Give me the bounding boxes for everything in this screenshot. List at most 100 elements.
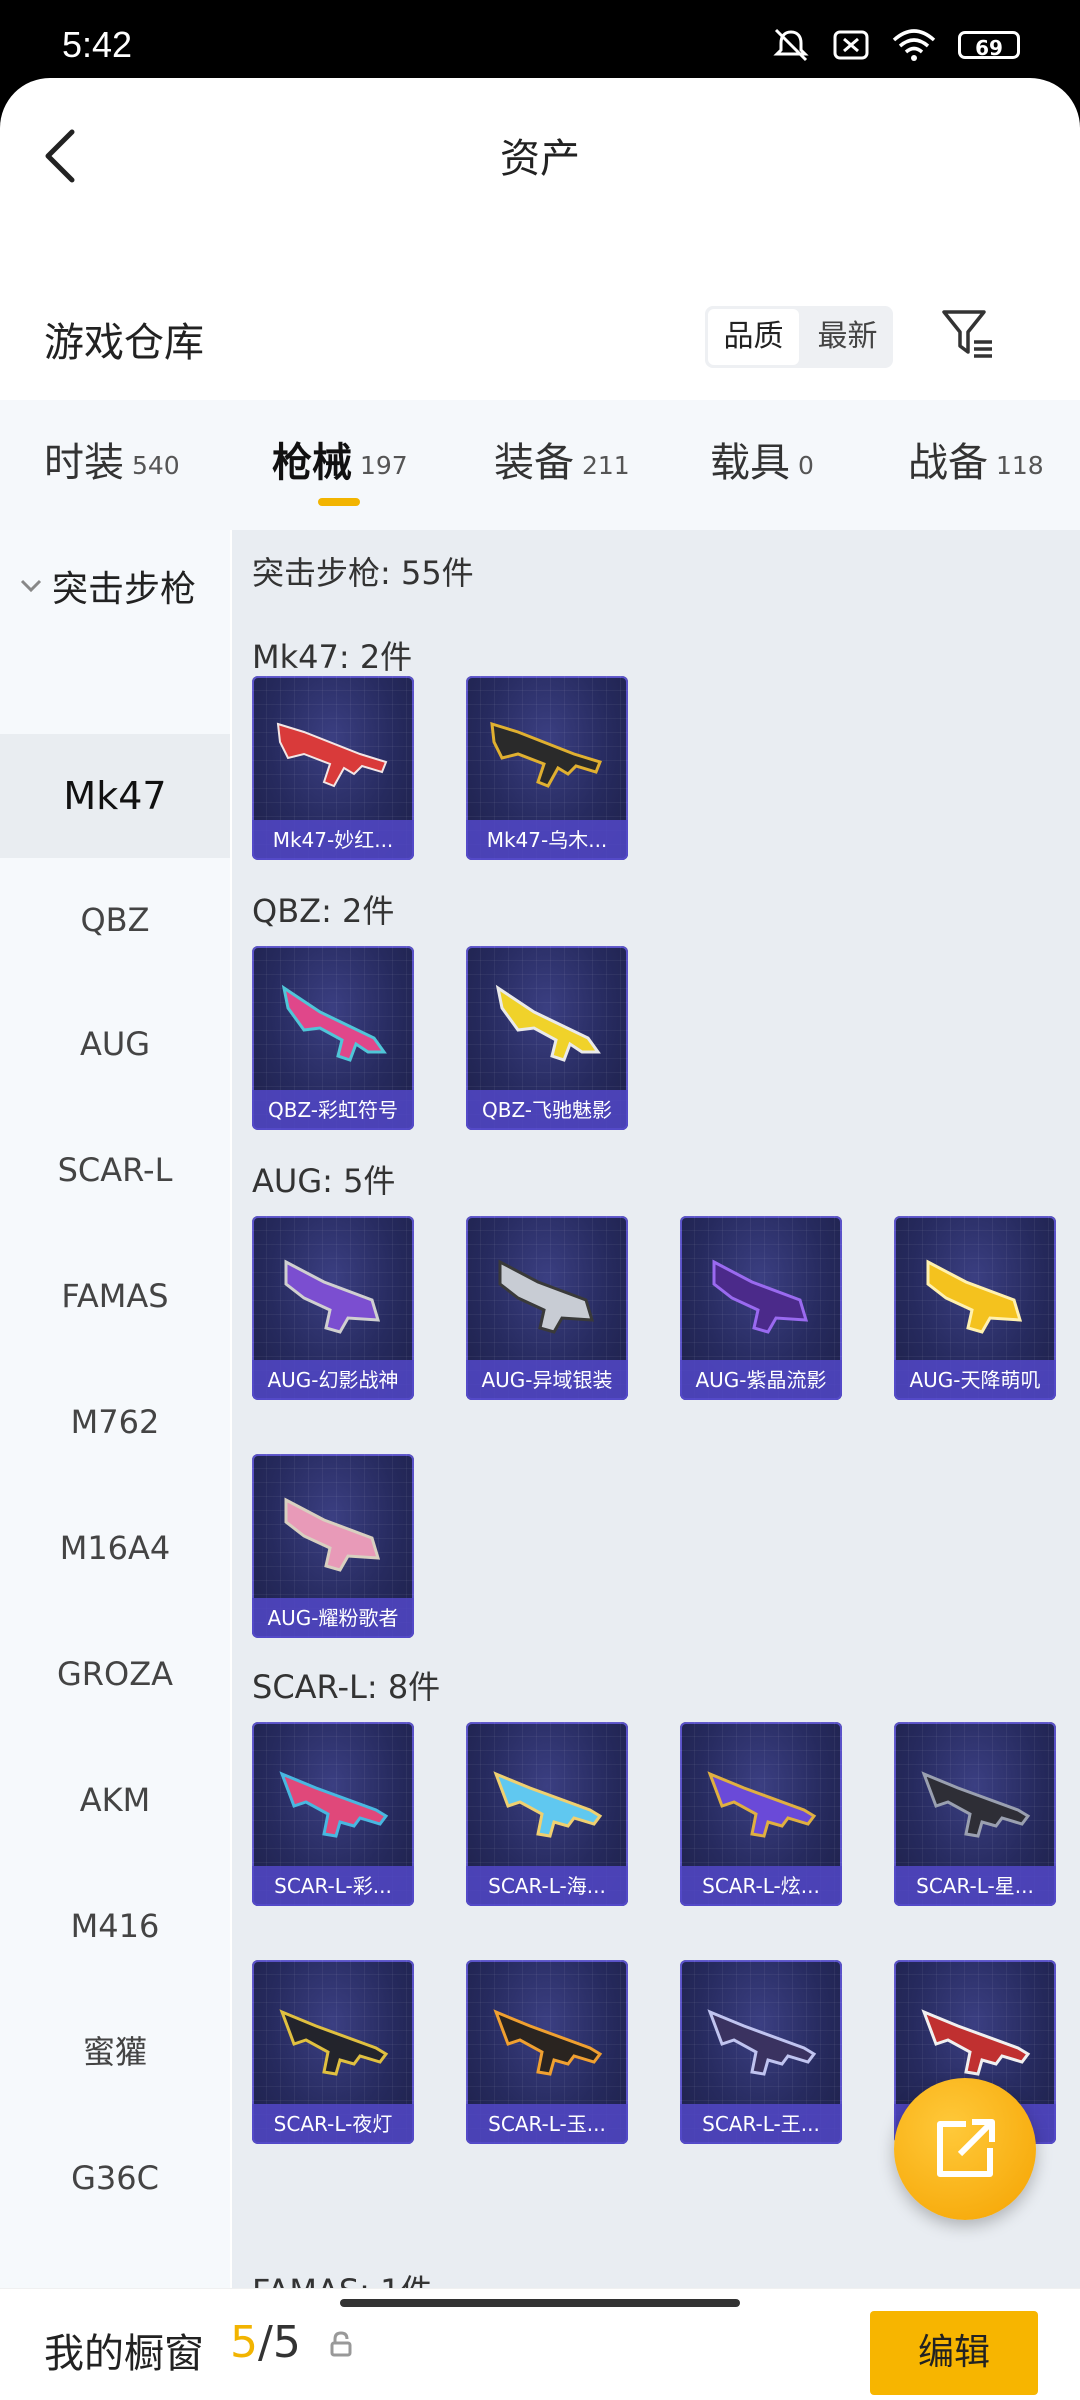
mute-bell-icon [773, 28, 809, 62]
section-title-qbz: QBZ: 2件 [252, 892, 395, 930]
edit-button[interactable]: 编辑 [870, 2311, 1038, 2395]
weapon-card[interactable]: SCAR-L-星... [894, 1722, 1056, 1906]
section-title-scar-l: SCAR-L: 8件 [252, 1668, 441, 1706]
rifle-icon [712, 1259, 809, 1334]
section-title-aug: AUG: 5件 [252, 1162, 396, 1200]
tab-count: 0 [798, 451, 814, 480]
sidebar-category-label: 突击步枪 [52, 569, 197, 610]
rifle-icon [493, 2009, 603, 2076]
tab-label: 装备 [494, 440, 574, 486]
rifle-icon [921, 2009, 1031, 2076]
weapon-grid: 突击步枪: 55件 Mk47: 2件 Mk47-妙红... Mk47-乌木...… [232, 530, 1080, 2290]
sidebar-item-m16a4[interactable]: M16A4 [0, 1486, 230, 1610]
rifle-icon [921, 1771, 1031, 1838]
weapon-card[interactable]: AUG-异域银装 [466, 1216, 628, 1400]
chevron-down-icon [20, 579, 42, 593]
tab-fashion[interactable]: 时装 540 [44, 430, 180, 488]
sidebar-item-mk47[interactable]: Mk47 [0, 734, 230, 858]
status-time: 5:42 [62, 24, 133, 65]
lock-icon [330, 2331, 352, 2357]
rifle-icon [707, 1771, 817, 1838]
sort-toggle: 品质 最新 [705, 306, 893, 368]
sidebar-item-famas[interactable]: FAMAS [0, 1234, 230, 1358]
weapon-name: Mk47-妙红... [252, 820, 414, 860]
sidebar-item-aug[interactable]: AUG [0, 982, 230, 1106]
tab-equipment[interactable]: 装备 211 [494, 430, 630, 488]
weapon-name: SCAR-L-夜灯 [252, 2104, 414, 2144]
sidebar-item-m762[interactable]: M762 [0, 1360, 230, 1484]
weapon-card[interactable]: SCAR-L-炫... [680, 1722, 842, 1906]
weapon-card[interactable]: AUG-耀粉歌者 [252, 1454, 414, 1638]
active-tab-indicator [318, 498, 360, 506]
tab-label: 枪械 [272, 440, 352, 486]
weapon-card[interactable]: SCAR-L-玉... [466, 1960, 628, 2144]
rifle-icon [284, 1497, 381, 1572]
rifle-icon [276, 722, 388, 788]
showcase-count-total: /5 [258, 2317, 301, 2368]
sidebar-item-qbz[interactable]: QBZ [0, 858, 230, 982]
rifle-icon [493, 1771, 603, 1838]
tab-vehicles[interactable]: 载具 0 [710, 430, 814, 488]
rifle-icon [279, 2009, 389, 2076]
tab-count: 540 [132, 451, 180, 480]
weapon-card[interactable]: AUG-天降萌叽 [894, 1216, 1056, 1400]
weapon-card[interactable]: Mk47-妙红... [252, 676, 414, 860]
weapon-card[interactable]: SCAR-L-夜灯 [252, 1960, 414, 2144]
weapon-name: QBZ-彩虹符号 [252, 1090, 414, 1130]
rifle-icon [707, 2009, 817, 2076]
weapon-name: AUG-耀粉歌者 [252, 1598, 414, 1638]
battery-icon: 69 [958, 31, 1020, 60]
showcase-count-current: 5 [230, 2317, 258, 2368]
sidebar-item-g36c[interactable]: G36C [0, 2116, 230, 2240]
status-bar: 5:42 69 [0, 0, 1080, 80]
sort-newest-button[interactable]: 最新 [802, 306, 893, 368]
weapon-name: SCAR-L-炫... [680, 1866, 842, 1906]
rifle-icon [926, 1259, 1023, 1334]
weapon-card[interactable]: SCAR-L-海... [466, 1722, 628, 1906]
showcase-label: 我的橱窗 [44, 2331, 204, 2377]
tab-count: 118 [996, 451, 1044, 480]
weapon-card[interactable]: QBZ-飞驰魅影 [466, 946, 628, 1130]
sim-off-icon [833, 30, 869, 60]
weapon-card[interactable]: AUG-幻影战神 [252, 1216, 414, 1400]
category-tabs: 时装 540 枪械 197 装备 211 载具 0 战备 118 [0, 400, 1080, 530]
weapon-card[interactable]: SCAR-L-王... [680, 1960, 842, 2144]
weapon-card[interactable]: Mk47-乌木... [466, 676, 628, 860]
sidebar-item-akm[interactable]: AKM [0, 1738, 230, 1862]
rifle-icon [279, 1771, 389, 1838]
weapon-name: SCAR-L-彩... [252, 1866, 414, 1906]
share-button[interactable] [894, 2078, 1036, 2220]
weapon-name: AUG-异域银装 [466, 1360, 628, 1400]
weapon-card[interactable]: AUG-紫晶流影 [680, 1216, 842, 1400]
summary-count: 突击步枪: 55件 [252, 554, 474, 592]
weapon-card[interactable]: QBZ-彩虹符号 [252, 946, 414, 1130]
external-link-icon [937, 2119, 995, 2177]
sidebar-item-honey-badger[interactable]: 蜜獾 [0, 1990, 230, 2114]
rifle-icon [281, 984, 387, 1062]
sidebar-category-assault-rifles[interactable]: 突击步枪 [0, 530, 230, 642]
warehouse-title: 游戏仓库 [44, 320, 204, 366]
section-title-mk47: Mk47: 2件 [252, 638, 413, 676]
filter-icon[interactable] [940, 306, 996, 362]
sidebar-item-m416[interactable]: M416 [0, 1864, 230, 1988]
weapon-name: SCAR-L-玉... [466, 2104, 628, 2144]
rifle-icon [498, 1259, 595, 1334]
weapon-name: AUG-天降萌叽 [894, 1360, 1056, 1400]
sidebar-item-scar-l[interactable]: SCAR-L [0, 1108, 230, 1232]
weapon-name: SCAR-L-王... [680, 2104, 842, 2144]
weapon-name: QBZ-飞驰魅影 [466, 1090, 628, 1130]
page-title: 资产 [500, 136, 580, 182]
sidebar-item-groza[interactable]: GROZA [0, 1612, 230, 1736]
sort-quality-button[interactable]: 品质 [708, 309, 799, 365]
weapon-name: SCAR-L-海... [466, 1866, 628, 1906]
rifle-icon [490, 721, 602, 788]
tab-count: 197 [360, 451, 408, 480]
rifle-icon [284, 1259, 381, 1334]
tab-label: 时装 [44, 440, 124, 486]
tab-gear[interactable]: 战备 118 [908, 430, 1044, 488]
tab-guns[interactable]: 枪械 197 [272, 430, 408, 488]
weapon-name: AUG-幻影战神 [252, 1360, 414, 1400]
weapon-name: SCAR-L-星... [894, 1866, 1056, 1906]
weapon-card[interactable]: SCAR-L-彩... [252, 1722, 414, 1906]
weapon-sidebar: 突击步枪 Mk47 QBZ AUG SCAR-L FAMAS M762 M16A… [0, 530, 230, 2290]
